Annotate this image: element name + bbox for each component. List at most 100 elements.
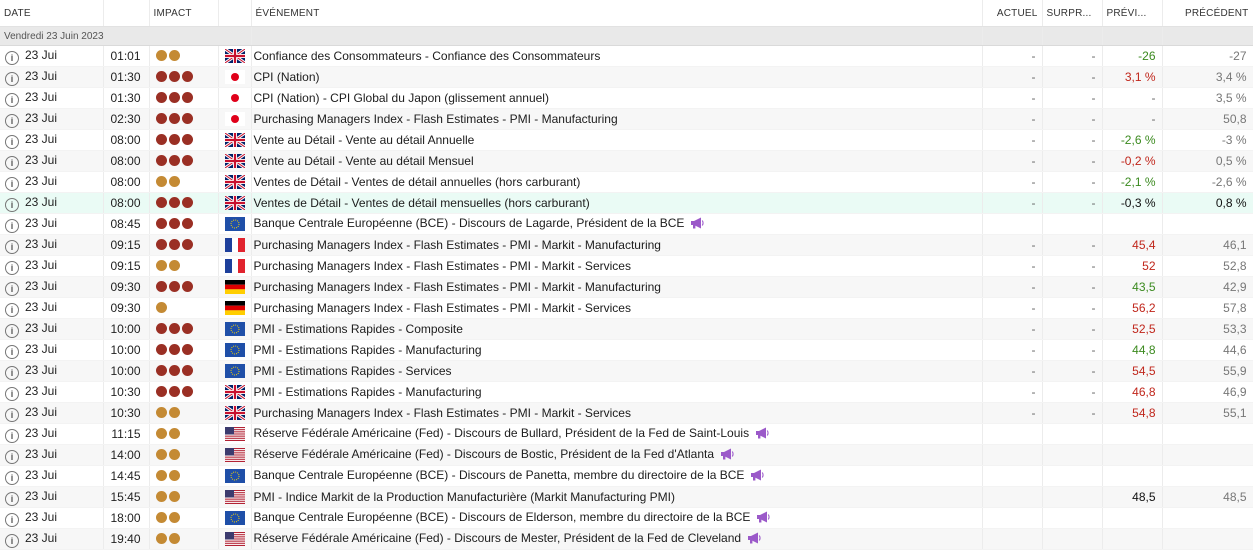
event-name-cell[interactable]: PMI - Estimations Rapides - Services (251, 360, 983, 382)
event-name-cell[interactable]: Ventes de Détail - Ventes de détail annu… (251, 171, 983, 193)
event-row[interactable]: i 23 Jui 09:15 Purchasing Managers Index - … (0, 234, 1253, 256)
event-row[interactable]: i 23 Jui 01:30 CPI (Nation) - -3,1 % 3,4 % (0, 66, 1253, 88)
event-row[interactable]: i 23 Jui 01:01 Confiance des Consommateurs … (0, 45, 1253, 67)
event-row[interactable]: i 23 Jui 09:15 Purchasing Managers Index - … (0, 255, 1253, 277)
event-row[interactable]: i 23 Jui 08:00 Ventes de Détail - Ventes de… (0, 171, 1253, 193)
event-name-cell[interactable]: PMI - Indice Markit de la Production Man… (251, 486, 983, 508)
info-icon[interactable]: i (5, 512, 19, 527)
event-name-cell[interactable]: PMI - Estimations Rapides - Manufacturin… (251, 339, 983, 361)
event-name-cell[interactable]: Vente au Détail - Vente au détail Annuel… (251, 129, 983, 151)
event-row[interactable]: i 23 Jui 11:15 Réserve Fédérale Américaine … (0, 423, 1253, 445)
actual-value (982, 465, 1043, 487)
impact-dot-icon (168, 176, 180, 187)
impact-dot-icon (168, 386, 180, 397)
info-icon[interactable]: i (5, 50, 19, 65)
impact-dot-icon (181, 113, 193, 124)
event-date-cell: i 23 Jui (0, 297, 104, 319)
event-row[interactable]: i 23 Jui 10:00 PMI - Estimations Rapides - … (0, 360, 1253, 382)
info-icon[interactable]: i (5, 302, 19, 317)
event-name-cell[interactable]: Purchasing Managers Index - Flash Estima… (251, 234, 983, 256)
info-icon[interactable]: i (5, 365, 19, 380)
event-name-cell[interactable]: Réserve Fédérale Américaine (Fed) - Disc… (251, 423, 983, 445)
event-row[interactable]: i 23 Jui 08:00 Ventes de Détail - Ventes de… (0, 192, 1253, 214)
info-icon[interactable]: i (5, 386, 19, 401)
event-name-cell[interactable]: CPI (Nation) (251, 66, 983, 88)
event-row[interactable]: i 23 Jui 18:00 Banque Centrale Européenne (… (0, 507, 1253, 529)
country-flag-cell (218, 339, 252, 361)
event-name-cell[interactable]: Réserve Fédérale Américaine (Fed) - Disc… (251, 528, 983, 550)
country-flag-cell (218, 423, 252, 445)
info-icon[interactable]: i (5, 407, 19, 422)
info-icon[interactable]: i (5, 428, 19, 443)
event-name-cell[interactable]: Ventes de Détail - Ventes de détail mens… (251, 192, 983, 214)
event-name-cell[interactable]: Banque Centrale Européenne (BCE) - Disco… (251, 213, 983, 235)
event-name-cell[interactable]: CPI (Nation) - CPI Global du Japon (glis… (251, 87, 983, 109)
event-row[interactable]: i 23 Jui 15:45 PMI - Indice Markit de la Pr… (0, 486, 1253, 508)
event-time: 01:30 (103, 66, 150, 88)
flag-uk-icon (224, 196, 245, 210)
event-row[interactable]: i 23 Jui 01:30 CPI (Nation) - CPI Global du… (0, 87, 1253, 109)
event-name-cell[interactable]: Banque Centrale Européenne (BCE) - Disco… (251, 465, 983, 487)
info-icon[interactable]: i (5, 470, 19, 485)
header-actual[interactable]: ACTUEL (982, 0, 1043, 27)
header-forecast[interactable]: PRÉVI... (1102, 0, 1163, 27)
event-name-cell[interactable]: Purchasing Managers Index - Flash Estima… (251, 108, 983, 130)
event-row[interactable]: i 23 Jui 10:00 PMI - Estimations Rapides - … (0, 339, 1253, 361)
info-icon[interactable]: i (5, 134, 19, 149)
event-row[interactable]: i 23 Jui 14:45 Banque Centrale Européenne (… (0, 465, 1253, 487)
info-icon[interactable]: i (5, 218, 19, 233)
previous-value (1162, 444, 1253, 466)
event-row[interactable]: i 23 Jui 10:30 Purchasing Managers Index - … (0, 402, 1253, 424)
event-row[interactable]: i 23 Jui 08:45 Banque Centrale Européenne (… (0, 213, 1253, 235)
event-row[interactable]: i 23 Jui 02:30 Purchasing Managers Index - … (0, 108, 1253, 130)
event-name-cell[interactable]: PMI - Estimations Rapides - Manufacturin… (251, 381, 983, 403)
info-icon[interactable]: i (5, 449, 19, 464)
header-event[interactable]: ÉVÉNEMENT (251, 0, 983, 27)
event-row[interactable]: i 23 Jui 08:00 Vente au Détail - Vente au d… (0, 129, 1253, 151)
impact-dot-icon (181, 323, 193, 334)
event-row[interactable]: i 23 Jui 09:30 Purchasing Managers Index - … (0, 276, 1253, 298)
info-icon[interactable]: i (5, 344, 19, 359)
flag-fr-icon (224, 259, 245, 273)
header-surprise[interactable]: SURPR... (1042, 0, 1103, 27)
event-row[interactable]: i 23 Jui 09:30 Purchasing Managers Index - … (0, 297, 1253, 319)
country-flag-cell (218, 381, 252, 403)
info-icon[interactable]: i (5, 197, 19, 212)
event-name-cell[interactable]: Purchasing Managers Index - Flash Estima… (251, 276, 983, 298)
event-date-cell: i 23 Jui (0, 318, 104, 340)
surprise-value: - (1042, 108, 1103, 130)
header-impact[interactable]: IMPACT (149, 0, 219, 27)
event-name-cell[interactable]: Banque Centrale Européenne (BCE) - Disco… (251, 507, 983, 529)
info-icon[interactable]: i (5, 260, 19, 275)
info-icon[interactable]: i (5, 71, 19, 86)
impact-indicator (149, 234, 219, 256)
info-icon[interactable]: i (5, 113, 19, 128)
header-date[interactable]: DATE (0, 0, 104, 27)
event-name-cell[interactable]: Purchasing Managers Index - Flash Estima… (251, 402, 983, 424)
info-icon[interactable]: i (5, 92, 19, 107)
event-name-cell[interactable]: Vente au Détail - Vente au détail Mensue… (251, 150, 983, 172)
event-date: 23 Jui (25, 110, 58, 125)
info-icon[interactable]: i (5, 323, 19, 338)
header-previous[interactable]: PRÉCÉDENT (1162, 0, 1253, 27)
info-icon[interactable]: i (5, 491, 19, 506)
event-name-cell[interactable]: Purchasing Managers Index - Flash Estima… (251, 255, 983, 277)
info-icon[interactable]: i (5, 239, 19, 254)
event-name-cell[interactable]: Réserve Fédérale Américaine (Fed) - Disc… (251, 444, 983, 466)
event-row[interactable]: i 23 Jui 14:00 Réserve Fédérale Américaine … (0, 444, 1253, 466)
event-time: 01:30 (103, 87, 150, 109)
info-icon[interactable]: i (5, 176, 19, 191)
event-row[interactable]: i 23 Jui 10:30 PMI - Estimations Rapides - … (0, 381, 1253, 403)
info-icon[interactable]: i (5, 155, 19, 170)
event-name-cell[interactable]: Purchasing Managers Index - Flash Estima… (251, 297, 983, 319)
event-row[interactable]: i 23 Jui 08:00 Vente au Détail - Vente au d… (0, 150, 1253, 172)
speech-megaphone-icon (750, 469, 765, 484)
event-time: 09:30 (103, 276, 150, 298)
info-icon[interactable]: i (5, 281, 19, 296)
event-row[interactable]: i 23 Jui 19:40 Réserve Fédérale Américaine … (0, 528, 1253, 550)
event-name-cell[interactable]: Confiance des Consommateurs - Confiance … (251, 45, 983, 67)
event-row[interactable]: i 23 Jui 10:00 PMI - Estimations Rapides - … (0, 318, 1253, 340)
surprise-value: - (1042, 171, 1103, 193)
info-icon[interactable]: i (5, 533, 19, 548)
event-name-cell[interactable]: PMI - Estimations Rapides - Composite (251, 318, 983, 340)
